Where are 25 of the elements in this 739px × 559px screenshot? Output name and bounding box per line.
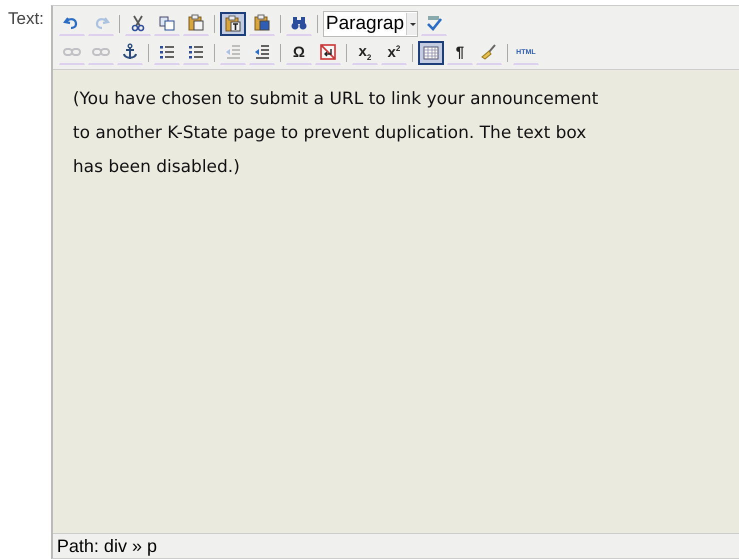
caret-icon [406, 12, 418, 34]
scissors-icon [128, 14, 147, 32]
crossed-box-icon [318, 43, 337, 61]
element-path: Path: div » p [56, 536, 157, 556]
field-label: Text: [8, 9, 44, 30]
clipboard-icon [252, 14, 271, 32]
toolbar-button[interactable]: x$_{2}$ [352, 40, 378, 64]
table-icon [422, 44, 440, 62]
binoculars-icon [290, 14, 308, 32]
format-dropdown[interactable]: Paragrap [322, 10, 418, 36]
paste-icon [186, 14, 205, 32]
toolbar-button[interactable]: Ω [286, 40, 312, 64]
clipboard-icon [224, 14, 242, 32]
bullet-list-icon [158, 43, 176, 61]
copy-icon [158, 14, 176, 32]
toolbar-button[interactable]: ¶ [446, 40, 473, 64]
anchor-icon [120, 43, 139, 61]
toolbar-button[interactable] [220, 12, 246, 36]
indent-icon [252, 43, 271, 61]
toolbar-button[interactable] [418, 40, 444, 64]
outdent-icon [224, 43, 242, 61]
checkmark-icon [425, 14, 444, 32]
disabled-message: (You have chosen to submit a URL to link your announcement to another K-State page to prevent duplication. The text box has been disabled.) [72, 88, 600, 179]
brush-icon [480, 43, 498, 61]
toolbar-button[interactable]: x$^{2}$ [380, 40, 407, 64]
